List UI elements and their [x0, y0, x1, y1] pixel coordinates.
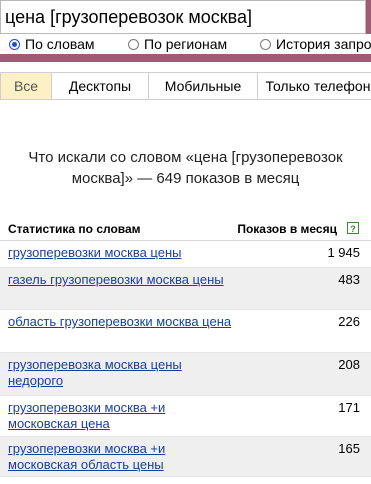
phrase-link[interactable]: грузоперевозки москва +и московская обла… [8, 441, 238, 473]
shows-count: 171 [338, 400, 360, 415]
tab-mobile[interactable]: Мобильные [148, 72, 258, 100]
radio-icon[interactable] [128, 38, 139, 50]
mode-label: История запросов [276, 36, 371, 52]
table-row: грузоперевозки москва цены 1 945 [0, 241, 371, 268]
shows-count: 1 945 [327, 245, 360, 260]
table-row: грузоперевозки москва +и московская обла… [0, 437, 371, 477]
table-header: Статистика по словам Показов в месяц ? [0, 220, 371, 241]
search-box[interactable] [0, 0, 366, 34]
shows-count: 226 [338, 314, 360, 329]
phrase-link[interactable]: грузоперевозки москва +и московская цена [8, 400, 238, 432]
tab-desktops[interactable]: Десктопы [51, 72, 149, 100]
table-row: газель грузоперевозки москва цены 483 [0, 268, 371, 310]
tab-all[interactable]: Все [0, 72, 52, 100]
phrase-link[interactable]: область грузоперевозки москва цена [8, 314, 238, 330]
table-row: область грузоперевозки москва цена 226 [0, 310, 371, 353]
device-tabs: Все Десктопы Мобильные Только телефоны [0, 72, 371, 100]
mode-by-regions[interactable]: По регионам [128, 36, 227, 52]
table-row: грузоперевозка москва цены недорого 208 [0, 353, 371, 396]
shows-count: 165 [338, 441, 360, 456]
results-table: грузоперевозки москва цены 1 945 газель … [0, 241, 371, 477]
column-header-shows: Показов в месяц [237, 222, 337, 236]
mode-history[interactable]: История запросов [260, 36, 371, 52]
shows-count: 483 [338, 272, 360, 287]
search-input[interactable] [5, 5, 360, 29]
mode-label: По регионам [144, 36, 228, 52]
mode-label: По словам [25, 36, 95, 52]
phrase-link[interactable]: газель грузоперевозки москва цены [8, 272, 238, 288]
mode-by-words[interactable]: По словам [9, 36, 95, 52]
shows-count: 208 [338, 357, 360, 372]
column-header-words: Статистика по словам [8, 222, 141, 236]
radio-icon[interactable] [260, 38, 271, 50]
search-mode-group: По словам По регионам История запросов [0, 34, 371, 54]
table-row: грузоперевозки москва +и московская цена… [0, 396, 371, 437]
results-title: Что искали со словом «цена [грузоперевоз… [28, 149, 343, 187]
tab-phones-only[interactable]: Только телефоны [257, 72, 371, 100]
phrase-link[interactable]: грузоперевозка москва цены недорого [8, 357, 238, 389]
radio-icon[interactable] [9, 38, 20, 50]
help-icon[interactable]: ? [347, 222, 359, 234]
phrase-link[interactable]: грузоперевозки москва цены [8, 245, 238, 261]
